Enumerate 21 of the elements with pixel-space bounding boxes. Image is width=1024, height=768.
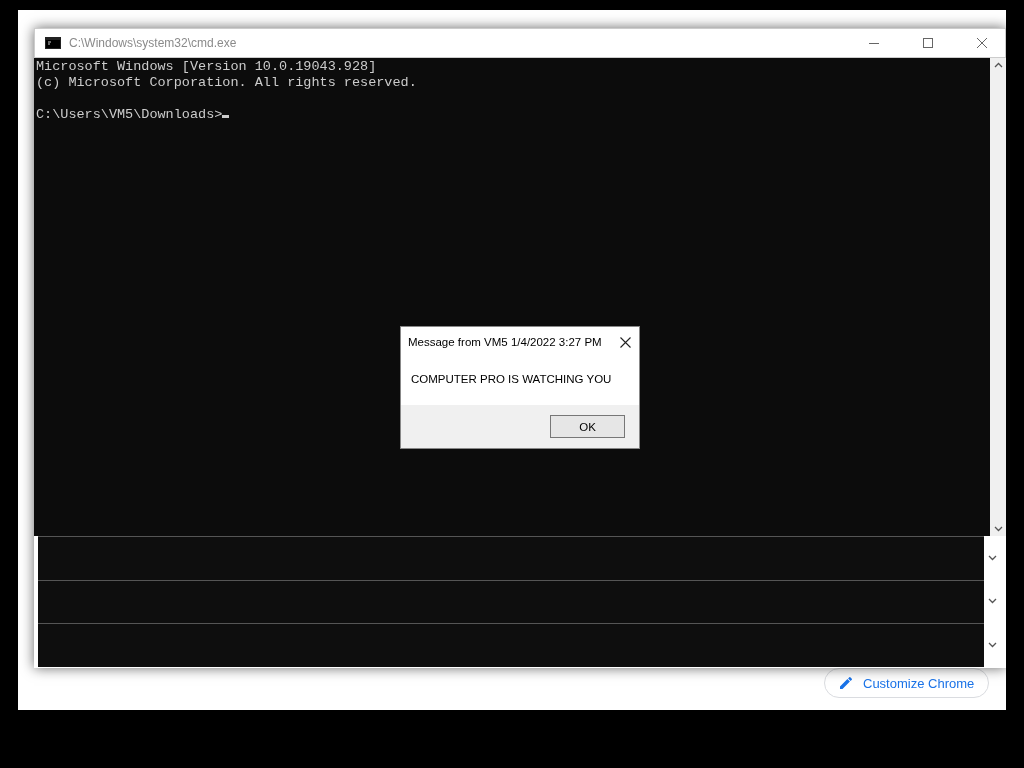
- window-title: C:\Windows\system32\cmd.exe: [69, 36, 238, 50]
- dialog-message: COMPUTER PRO IS WATCHING YOU: [411, 373, 612, 385]
- customize-chrome-button[interactable]: Customize Chrome: [824, 668, 990, 698]
- close-icon[interactable]: [620, 336, 631, 348]
- console-line: Microsoft Windows [Version 10.0.19043.928]: [36, 59, 377, 75]
- pencil-icon: [839, 676, 853, 690]
- scrollbar[interactable]: [990, 58, 1006, 536]
- scroll-down-icon[interactable]: [987, 642, 997, 649]
- console-line: (c) Microsoft Corporation. All rights reserved.: [36, 75, 417, 91]
- ok-button[interactable]: OK: [550, 415, 625, 438]
- command-prompt: C:\Users\VM5\Downloads>: [36, 107, 223, 122]
- text-cursor: [222, 115, 230, 118]
- minimize-icon: [869, 42, 879, 44]
- scroll-up-icon[interactable]: [993, 62, 1003, 68]
- dialog-title: Message from VM5 1/4/2022 3:27 PM: [408, 336, 602, 348]
- scroll-down-icon[interactable]: [987, 598, 997, 605]
- scroll-down-icon[interactable]: [993, 526, 1003, 532]
- maximize-icon: [923, 38, 933, 48]
- scroll-down-icon[interactable]: [987, 554, 997, 561]
- console-icon: [45, 37, 61, 49]
- close-icon: [977, 38, 987, 48]
